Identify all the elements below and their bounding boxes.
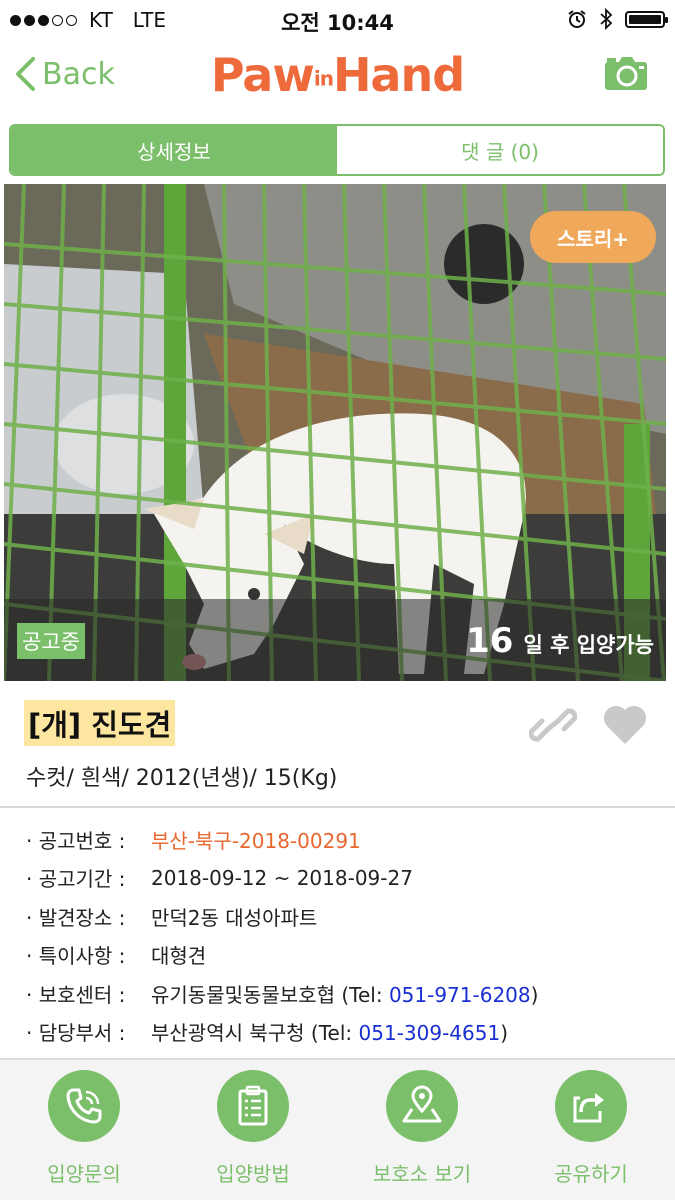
logo-text-left: Paw: [210, 48, 315, 102]
detail-label: · 공고기간 :: [26, 867, 126, 892]
detail-list: · 공고번호 : 부산-북구-2018-00291 · 공고기간 : 2018-…: [26, 820, 538, 1051]
nav-bar: Back PawinHand: [0, 40, 675, 116]
bluetooth-icon: [600, 8, 613, 30]
detail-row-found-place: · 발견장소 : 만덕2동 대성아파트: [26, 897, 538, 936]
camera-icon: [605, 57, 647, 90]
detail-label: · 공고번호 :: [26, 828, 126, 853]
adoption-countdown: 16 일 후 입양가능: [466, 621, 654, 661]
animal-summary: 수컷/ 흰색/ 2012(년생)/ 15(Kg): [26, 766, 338, 791]
days-number: 16: [466, 621, 514, 661]
found-place-value: 만덕2동 대성아파트: [151, 905, 318, 930]
adoption-method-button[interactable]: 입양방법: [183, 1070, 323, 1187]
shelter-phone-link[interactable]: 051-971-6208: [389, 983, 531, 1007]
detail-label: · 보호센터 :: [26, 982, 126, 1007]
phone-icon: [48, 1070, 120, 1142]
special-notes-value: 대형견: [151, 944, 207, 969]
detail-label: · 담당부서 :: [26, 1021, 126, 1046]
share-icon: [555, 1070, 627, 1142]
map-pin-icon: [386, 1070, 458, 1142]
status-bar: KT LTE 오전 10:44: [0, 0, 675, 40]
share-button[interactable]: 공유하기: [521, 1070, 661, 1187]
adoption-inquiry-button[interactable]: 입양문의: [14, 1070, 154, 1187]
detail-label: · 특이사항 :: [26, 944, 126, 969]
adoption-inquiry-label: 입양문의: [47, 1162, 121, 1186]
divider: [0, 806, 675, 808]
share-label: 공유하기: [554, 1162, 628, 1186]
detail-label: · 발견장소 :: [26, 905, 126, 930]
app-logo: PawinHand: [0, 48, 675, 102]
adoption-method-label: 입양방법: [216, 1162, 290, 1186]
detail-row-shelter: · 보호센터 : 유기동물및동물보호협 (Tel: 051-971-6208): [26, 974, 538, 1013]
status-badge: 공고중: [17, 623, 85, 659]
status-right: [567, 8, 668, 30]
animal-photo[interactable]: 스토리+ 공고중 16 일 후 입양가능: [4, 184, 666, 681]
breed-label: [개] 진도견: [24, 700, 176, 746]
detail-row-notice-period: · 공고기간 : 2018-09-12 ~ 2018-09-27: [26, 859, 538, 898]
clipboard-icon: [217, 1070, 289, 1142]
animal-title: [개] 진도견: [24, 700, 176, 746]
department-suffix: ): [500, 1021, 508, 1046]
department-name: 부산광역시 북구청 (Tel:: [151, 1021, 359, 1046]
tab-comments[interactable]: 댓 글 (0): [337, 126, 663, 174]
copy-link-button[interactable]: [528, 702, 578, 752]
tab-details[interactable]: 상세정보: [11, 126, 337, 174]
alarm-icon: [568, 10, 586, 28]
detail-row-department: · 담당부서 : 부산광역시 북구청 (Tel: 051-309-4651): [26, 1013, 538, 1052]
notice-number-value: 부산-북구-2018-00291: [151, 828, 361, 853]
detail-row-notice-number: · 공고번호 : 부산-북구-2018-00291: [26, 820, 538, 859]
shelter-suffix: ): [530, 982, 539, 1007]
department-value: 부산광역시 북구청 (Tel: 051-309-4651): [151, 1017, 508, 1046]
story-button[interactable]: 스토리+: [530, 211, 656, 263]
department-phone-link[interactable]: 051-309-4651: [359, 1021, 501, 1045]
heart-icon: [603, 705, 647, 744]
link-icon: [528, 708, 578, 742]
battery-icon: [625, 10, 668, 28]
logo-text-right: Hand: [332, 48, 465, 102]
logo-text-mid: in: [313, 66, 334, 91]
view-shelter-button[interactable]: 보호소 보기: [352, 1070, 492, 1187]
shelter-value: 유기동물및동물보호협 (Tel: 051-971-6208): [151, 979, 538, 1008]
notice-period-value: 2018-09-12 ~ 2018-09-27: [151, 865, 413, 890]
detail-row-special-notes: · 특이사항 : 대형견: [26, 936, 538, 975]
favorite-button[interactable]: [602, 702, 648, 750]
bottom-action-bar: 입양문의 입양방법 보호소 보기 공유하기: [0, 1058, 675, 1200]
view-shelter-label: 보호소 보기: [372, 1162, 472, 1186]
camera-button[interactable]: [603, 56, 649, 96]
days-text: 일 후 입양가능: [523, 633, 654, 657]
detail-tabs: 상세정보 댓 글 (0): [9, 124, 665, 176]
shelter-name: 유기동물및동물보호협 (Tel:: [151, 982, 389, 1007]
